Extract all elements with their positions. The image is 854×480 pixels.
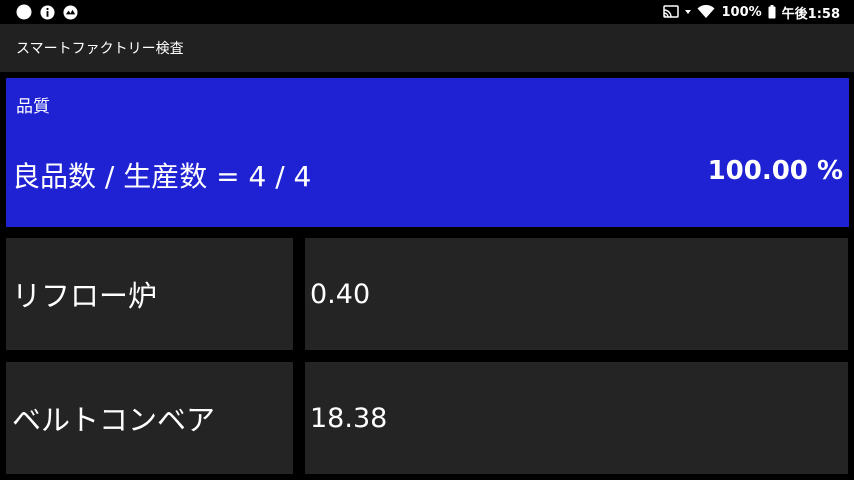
quality-percent: 100.00 % — [707, 156, 843, 186]
quality-formula: 良品数 / 生産数 = 4 / 4 — [12, 160, 312, 193]
screen: 100% 午後1:58 スマートファクトリー検査 品質 良品数 / 生産数 = … — [0, 0, 854, 480]
wifi-icon — [697, 5, 715, 19]
cast-icon — [663, 5, 680, 19]
status-bar: 100% 午後1:58 — [0, 0, 854, 24]
battery-icon — [768, 5, 776, 19]
app-bar: スマートファクトリー検査 — [0, 24, 854, 72]
app-badge-icon — [63, 4, 78, 20]
app-title: スマートファクトリー検査 — [16, 41, 184, 57]
clock-time: 午後1:58 — [781, 6, 840, 22]
quality-card: 品質 良品数 / 生産数 = 4 / 4 100.00 % — [6, 78, 849, 227]
metric-name-belt-conveyor: ベルトコンベア — [6, 362, 293, 474]
quality-label: 品質 — [16, 97, 50, 117]
circle-icon — [16, 4, 32, 20]
metric-value-reflow-oven: 0.40 — [305, 238, 848, 350]
metric-value-belt-conveyor: 18.38 — [305, 362, 848, 474]
signal-dropdown-icon — [685, 9, 692, 15]
metric-name-reflow-oven: リフロー炉 — [6, 238, 293, 350]
status-left — [16, 4, 86, 20]
battery-percent: 100% — [721, 4, 762, 20]
status-right: 100% 午後1:58 — [663, 3, 840, 22]
info-icon — [40, 4, 55, 20]
